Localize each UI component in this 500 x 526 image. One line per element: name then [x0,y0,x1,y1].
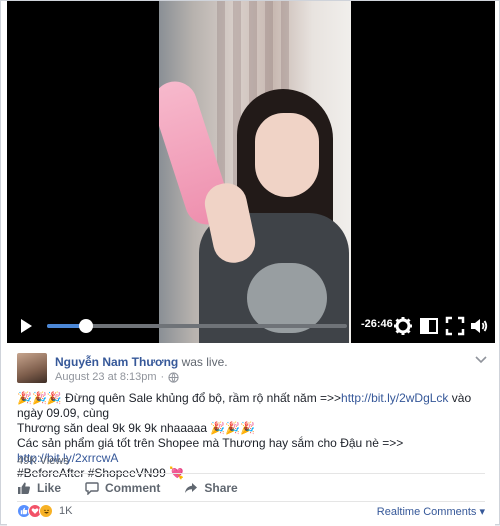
live-status: was live. [181,355,228,369]
comment-button[interactable]: Comment [85,481,160,495]
comment-label: Comment [105,481,161,495]
play-icon[interactable] [17,317,35,335]
facebook-live-post: -26:46 Nguyễn Nam Thương was live. Augus… [0,0,500,526]
realtime-comments-dropdown[interactable]: Realtime Comments ▾ [377,505,485,518]
divider [17,501,485,502]
share-label: Share [204,481,238,495]
volume-icon[interactable] [469,316,489,336]
video-player[interactable]: -26:46 [7,1,495,343]
share-arrow-icon [185,483,198,493]
settings-gear-icon[interactable] [393,316,413,336]
post-text: 🎉🎉🎉 Đừng quên Sale khủng đổ bộ, rầm rộ n… [17,391,487,481]
post-header: Nguyễn Nam Thương was live. [55,355,228,369]
like-button[interactable]: Like [17,481,61,495]
globe-icon [168,371,179,383]
like-label: Like [37,481,62,495]
seek-bar[interactable] [47,319,347,333]
meta-separator: · [160,371,165,383]
video-frame [159,1,351,343]
reaction-count: 1K [59,505,73,517]
author-name[interactable]: Nguyễn Nam Thương [55,355,178,369]
time-remaining: -26:46 [361,318,393,330]
post-text-line2: Thương săn deal 9k 9k 9k nhaaaaa 🎉🎉🎉 [17,421,256,435]
view-count: 49K Views [17,455,69,467]
post-body: Nguyễn Nam Thương was live. August 23 at… [7,343,495,526]
reaction-summary[interactable]: 1K [17,504,72,518]
post-date[interactable]: August 23 at 8:13pm [55,371,157,383]
post-options-chevron-icon[interactable] [475,356,487,364]
share-button[interactable]: Share [184,481,238,495]
video-controls: -26:46 [7,309,495,343]
avatar[interactable] [17,353,47,383]
haha-reaction-icon [39,504,53,518]
mini-player-icon[interactable] [419,316,439,336]
promo-link-1[interactable]: http://bit.ly/2wDgLck [341,391,448,405]
post-text-line3: Các sản phẩm giá tốt trên Shopee mà Thươ… [17,436,404,450]
comment-bubble-icon [85,482,99,495]
divider [17,473,485,474]
fullscreen-icon[interactable] [445,316,465,336]
thumbs-up-icon [18,482,30,494]
action-bar: Like Comment Share [17,475,485,501]
post-text-line1: 🎉🎉🎉 Đừng quên Sale khủng đổ bộ, rầm rộ n… [17,391,342,405]
post-meta: August 23 at 8:13pm · [55,371,179,383]
seek-handle[interactable] [79,319,93,333]
